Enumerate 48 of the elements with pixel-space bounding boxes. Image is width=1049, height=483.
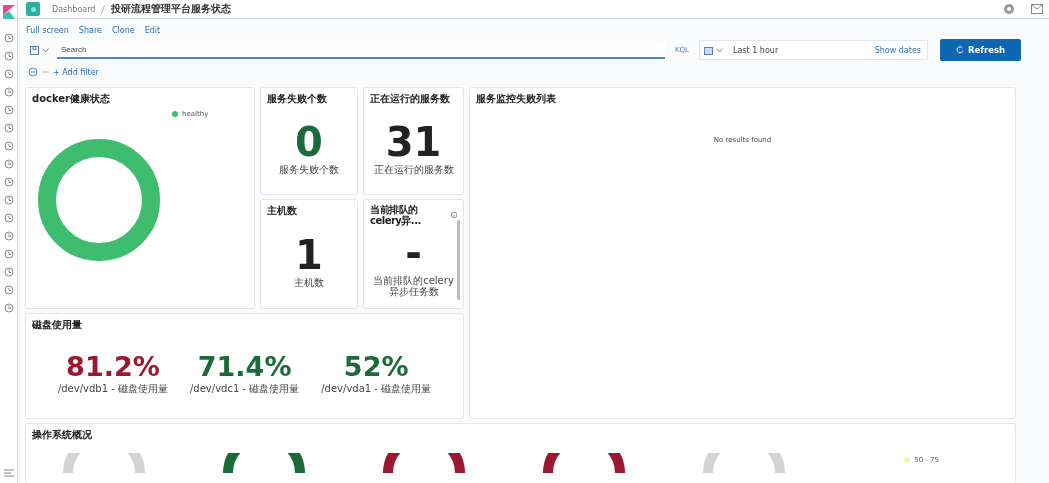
space-avatar[interactable]	[26, 2, 40, 16]
panel-title: 主机数	[267, 204, 297, 218]
metric-value: 52%	[343, 352, 409, 382]
metric-label: /dev/vdb1 - 磁盘使用量	[57, 381, 168, 396]
metric-label: 服务失败个数	[279, 163, 339, 175]
panel-title: 服务监控失败列表	[476, 92, 557, 106]
filter-options-icon[interactable]	[28, 67, 38, 77]
panel-title: 正在运行的服务数	[370, 92, 450, 106]
breadcrumb-link[interactable]: Dashboard	[52, 4, 96, 14]
scrollbar[interactable]	[457, 220, 460, 300]
caret-icon	[716, 47, 723, 53]
metric-label: /dev/vda1 - 磁盘使用量	[321, 381, 432, 396]
save-icon	[30, 45, 39, 55]
metric-value: 71.4%	[197, 352, 292, 382]
show-dates-link[interactable]: Show dates	[874, 45, 921, 55]
refresh-icon	[955, 46, 964, 54]
breadcrumb-separator-icon	[101, 4, 106, 14]
calendar-icon	[704, 45, 713, 55]
panel-title: 磁盘使用量	[32, 318, 83, 332]
menu-link[interactable]: Full screen	[26, 26, 69, 35]
refresh-button[interactable]: Refresh	[940, 39, 1021, 61]
help-icon[interactable]	[1003, 3, 1015, 15]
mail-icon[interactable]	[1031, 4, 1043, 14]
time-range-text[interactable]: Last 1 hour	[733, 45, 779, 55]
metric-value: 1	[295, 234, 323, 275]
panel-title: docker健康状态	[32, 92, 112, 106]
metric-label: /dev/vdc1 - 磁盘使用量	[190, 381, 300, 396]
add-filter-link[interactable]: + Add filter	[53, 67, 99, 77]
metric-value: 0	[295, 121, 323, 162]
metric-label: 主机数	[294, 276, 324, 288]
menu-link[interactable]: Edit	[144, 26, 161, 35]
panel-title: 服务失败个数	[267, 92, 327, 106]
clock-icon[interactable]	[3, 33, 14, 43]
menu-link[interactable]: Share	[78, 26, 102, 35]
kibana-logo-icon[interactable]	[2, 5, 15, 19]
search-field[interactable]: Search	[57, 41, 665, 59]
panel-title: 操作系统概况	[32, 428, 93, 442]
breadcrumb-current: 投研流程管理平台服务状态	[111, 2, 232, 16]
metric-label: 正在运行的服务数	[373, 163, 454, 175]
caret-icon	[42, 47, 49, 53]
divider-line	[42, 71, 49, 73]
metric-value: 81.2%	[66, 352, 160, 382]
menu-link[interactable]: Clone	[111, 26, 135, 35]
metric-value: 31	[385, 121, 442, 162]
metric-label: 当前排队的celery异步任务数	[372, 275, 455, 297]
metric-value: -	[405, 233, 422, 273]
info-icon[interactable]	[450, 211, 457, 219]
panel-title: 当前排队的celery异...	[370, 204, 422, 226]
